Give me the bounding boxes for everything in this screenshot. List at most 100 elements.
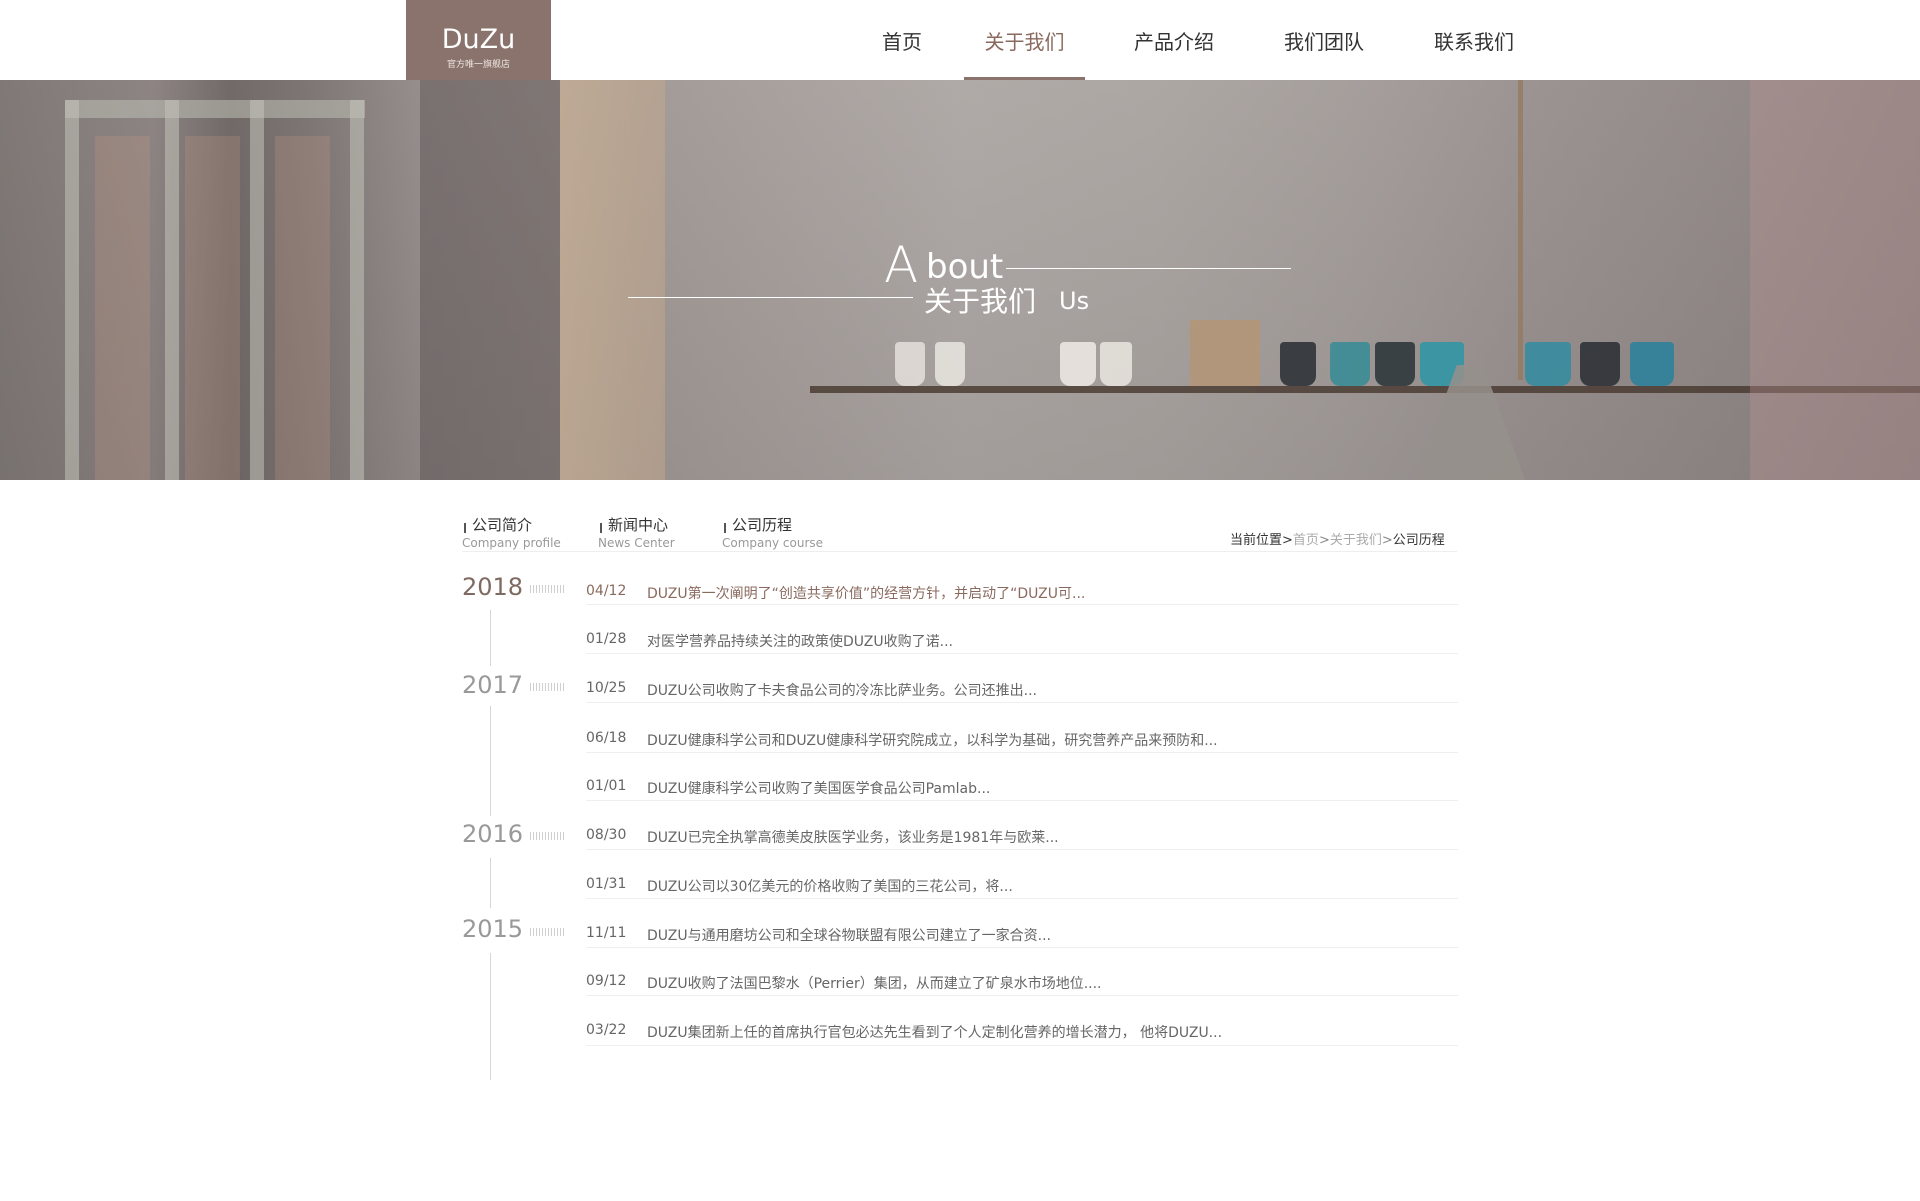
banner-pink-door [1750, 80, 1920, 480]
entry-date: 08/30 [586, 827, 627, 843]
banner-word-us: Us [1059, 287, 1090, 315]
breadcrumb-current: 公司历程 [1392, 533, 1445, 548]
entry-divider [586, 752, 1458, 753]
entry-date: 06/18 [586, 730, 627, 746]
site-header: DuZu 官方唯一旗舰店 首页 关于我们 产品介绍 我们团队 联系我们 [0, 0, 1920, 80]
entry-divider [586, 653, 1458, 654]
window-pane [275, 136, 330, 480]
breadcrumb-separator: > [1282, 533, 1293, 548]
banner-box [1190, 320, 1260, 386]
year-label: 2016 [462, 820, 524, 848]
entry-title: DUZU收购了法国巴黎水（Perrier）集团，从而建立了矿泉水市场地位.... [647, 976, 1102, 992]
timeline-entry[interactable]: 01/01 DUZU健康科学公司收购了美国医学食品公司Pamlab... [586, 778, 1458, 798]
timeline-entry[interactable]: 09/12 DUZU收购了法国巴黎水（Perrier）集团，从而建立了矿泉水市场… [586, 973, 1458, 993]
breadcrumb: 当前位置>首页>关于我们>公司历程 [1230, 529, 1445, 548]
window-bar [65, 100, 79, 480]
entry-date: 01/28 [586, 631, 627, 647]
window-bar [250, 100, 264, 480]
logo-subtitle: 官方唯一旗舰店 [446, 60, 510, 70]
breadcrumb-separator: > [1381, 533, 1393, 548]
breadcrumb-separator: > [1318, 533, 1330, 548]
entry-date: 10/25 [586, 680, 627, 696]
entry-date: 01/31 [586, 876, 627, 892]
entry-divider [586, 800, 1458, 801]
banner-letter-a: A [884, 236, 919, 294]
nav-home[interactable]: 首页 [842, 0, 962, 80]
timeline-entry[interactable]: 10/25 DUZU公司收购了卡夫食品公司的冷冻比萨业务。公司还推出... [586, 680, 1458, 700]
entry-divider [586, 1045, 1458, 1046]
timeline-entry[interactable]: 01/31 DUZU公司以30亿美元的价格收购了美国的三花公司，将... [586, 876, 1458, 896]
subtab-news-center[interactable]: 新闻中心 News Center [598, 514, 675, 550]
timeline-entry[interactable]: 03/22 DUZU集团新上任的首席执行官包必达先生看到了个人定制化营养的增长潜… [586, 1022, 1458, 1042]
lamp-rope [1518, 80, 1523, 380]
nav-products[interactable]: 产品介绍 [1113, 0, 1235, 80]
entry-divider [586, 898, 1458, 899]
cup [935, 342, 965, 386]
entry-date: 09/12 [586, 973, 627, 989]
entry-date: 04/12 [586, 583, 627, 599]
breadcrumb-prefix: 当前位置 [1230, 533, 1283, 548]
nav-contact[interactable]: 联系我们 [1413, 0, 1535, 80]
timeline-entry[interactable]: 04/12 DUZU第一次阐明了“创造共享价值”的经营方针，并启动了“DUZU可… [586, 583, 1458, 603]
window-pane [95, 136, 150, 480]
entry-divider [586, 849, 1458, 850]
cup [1580, 342, 1620, 386]
subtab-label: 新闻中心 [598, 516, 668, 534]
year-dots [530, 832, 566, 840]
entry-title: DUZU集团新上任的首席执行官包必达先生看到了个人定制化营养的增长潜力， 他将D… [647, 1025, 1223, 1041]
cup [1060, 342, 1096, 386]
year-label: 2015 [462, 915, 524, 943]
entry-title: 对医学营养品持续关注的政策使DUZU收购了诺... [647, 634, 953, 650]
entry-title: DUZU公司以30亿美元的价格收购了美国的三花公司，将... [647, 879, 1013, 895]
timeline-line [490, 706, 491, 816]
timeline-entry[interactable]: 08/30 DUZU已完全执掌高德美皮肤医学业务，该业务是1981年与欧莱... [586, 827, 1458, 847]
year-dots [530, 928, 566, 936]
nav-about[interactable]: 关于我们 [964, 0, 1085, 80]
banner-dark-column [420, 80, 560, 480]
entry-divider [586, 702, 1458, 703]
entry-divider [586, 995, 1458, 996]
timeline-line [490, 610, 491, 666]
entry-title: DUZU与通用磨坊公司和全球谷物联盟有限公司建立了一家合资... [647, 928, 1051, 944]
entry-title: DUZU公司收购了卡夫食品公司的冷冻比萨业务。公司还推出... [647, 683, 1037, 699]
subtab-company-course[interactable]: 公司历程 Company course [722, 514, 823, 550]
subtab-label: 公司简介 [462, 516, 532, 534]
cup [1100, 342, 1132, 386]
nav-team[interactable]: 我们团队 [1264, 0, 1384, 80]
subtab-company-profile[interactable]: 公司简介 Company profile [462, 514, 561, 550]
entry-date: 01/01 [586, 778, 627, 794]
timeline-line [490, 858, 491, 908]
cup [1525, 342, 1571, 386]
entry-date: 03/22 [586, 1022, 627, 1038]
logo-brand: DuZu [441, 24, 516, 55]
timeline-line [490, 953, 491, 1080]
cup [1375, 342, 1415, 386]
subtab-label: 公司历程 [722, 516, 792, 534]
logo[interactable]: DuZu 官方唯一旗舰店 [406, 0, 551, 80]
entry-divider [586, 604, 1458, 605]
entry-title: DUZU第一次阐明了“创造共享价值”的经营方针，并启动了“DUZU可... [647, 586, 1086, 602]
timeline-entry[interactable]: 06/18 DUZU健康科学公司和DUZU健康科学研究院成立，以科学为基础，研究… [586, 730, 1458, 750]
banner-wood-column [560, 80, 665, 480]
breadcrumb-home[interactable]: 首页 [1293, 533, 1319, 548]
cup [1330, 342, 1370, 386]
timeline-entry[interactable]: 11/11 DUZU与通用磨坊公司和全球谷物联盟有限公司建立了一家合资... [586, 925, 1458, 945]
timeline-entry[interactable]: 01/28 对医学营养品持续关注的政策使DUZU收购了诺... [586, 631, 1458, 651]
cup [895, 342, 925, 386]
year-dots [530, 585, 566, 593]
cup [1630, 342, 1674, 386]
entry-title: DUZU健康科学公司收购了美国医学食品公司Pamlab... [647, 781, 991, 797]
window-pane [185, 136, 240, 480]
banner-cn-title: 关于我们 [924, 285, 1037, 318]
cup [1280, 342, 1316, 386]
banner-line-right [1006, 268, 1291, 269]
subnav-divider [462, 551, 1457, 552]
window-bar [350, 100, 364, 480]
entry-title: DUZU已完全执掌高德美皮肤医学业务，该业务是1981年与欧莱... [647, 830, 1059, 846]
year-dots [530, 683, 566, 691]
entry-divider [586, 947, 1458, 948]
breadcrumb-about[interactable]: 关于我们 [1330, 533, 1382, 548]
year-label: 2017 [462, 671, 524, 699]
subtab-english: Company profile [462, 536, 561, 550]
banner-line-left [628, 297, 913, 298]
